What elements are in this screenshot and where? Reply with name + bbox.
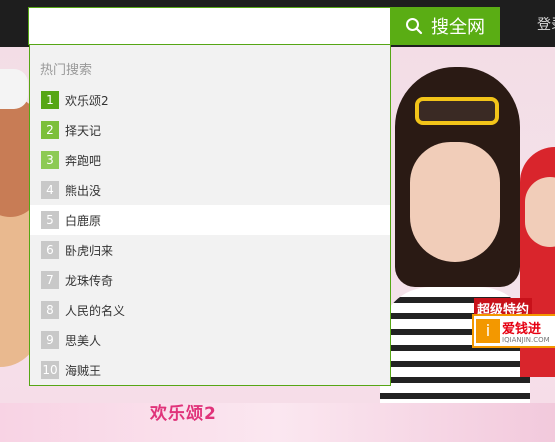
hot-search-label: 人民的名义 [65,303,126,318]
hot-search-label: 思美人 [65,333,102,348]
hot-search-item[interactable]: 5 白鹿原 [30,205,390,235]
hot-search-label: 熊出没 [65,183,102,198]
rank-badge: 7 [41,271,59,289]
hot-search-label: 择天记 [65,123,102,138]
search-icon [406,18,423,35]
hot-search-item[interactable]: 9 思美人 [30,325,390,355]
banner-figure-right-face [525,177,555,247]
login-link[interactable]: 登录 [537,14,555,34]
banner-show-title: 欢乐颂2 [150,404,217,424]
hot-search-label: 龙珠传奇 [65,273,114,288]
hot-search-item[interactable]: 7 龙珠传奇 [30,265,390,295]
search-button[interactable]: 搜全网 [390,7,500,45]
hot-search-item[interactable]: 3 奔跑吧 [30,145,390,175]
sponsor-logo[interactable]: i 爱钱进 IQIANJIN.COM [472,314,555,348]
sponsor-domain: IQIANJIN.COM [502,336,550,344]
rank-badge: 10 [41,361,59,379]
hot-search-item[interactable]: 8 人民的名义 [30,295,390,325]
hot-search-item[interactable]: 6 卧虎归来 [30,235,390,265]
hot-search-label: 奔跑吧 [65,153,102,168]
hot-search-item[interactable]: 10 海贼王 [30,355,390,385]
rank-badge: 8 [41,301,59,319]
rank-badge: 2 [41,121,59,139]
sunglasses-icon [415,97,499,125]
hot-search-item[interactable]: 2 择天记 [30,115,390,145]
rank-badge: 3 [41,151,59,169]
rank-badge: 6 [41,241,59,259]
sponsor-icon: i [476,319,500,343]
hot-search-item[interactable]: 1 欢乐颂2 [30,85,390,115]
hot-search-list: 1 欢乐颂2 2 择天记 3 奔跑吧 4 熊出没 5 白鹿原 6 卧虎归来 7 龙珠传奇 8 人民的名义 9 思美… [30,85,390,385]
search-input[interactable] [28,7,391,45]
hot-search-dropdown: 热门搜索 1 欢乐颂2 2 择天记 3 奔跑吧 4 熊出没 5 白鹿原 6 卧虎归来 7 龙珠传奇 8 人民的… [29,45,391,386]
rank-badge: 4 [41,181,59,199]
rank-badge: 5 [41,211,59,229]
hot-search-label: 卧虎归来 [65,243,114,258]
video-logo-icon [0,69,28,109]
hot-search-label: 白鹿原 [65,213,102,228]
hot-search-heading: 热门搜索 [40,63,93,78]
banner-bottom-strip [0,403,555,442]
rank-badge: 1 [41,91,59,109]
banner-actress-face [410,142,500,262]
hot-search-label: 欢乐颂2 [65,93,109,108]
hot-search-label: 海贼王 [65,363,102,378]
hot-search-item[interactable]: 4 熊出没 [30,175,390,205]
search-button-label: 搜全网 [431,17,485,38]
sponsor-brand: 爱钱进 [502,322,542,337]
rank-badge: 9 [41,331,59,349]
